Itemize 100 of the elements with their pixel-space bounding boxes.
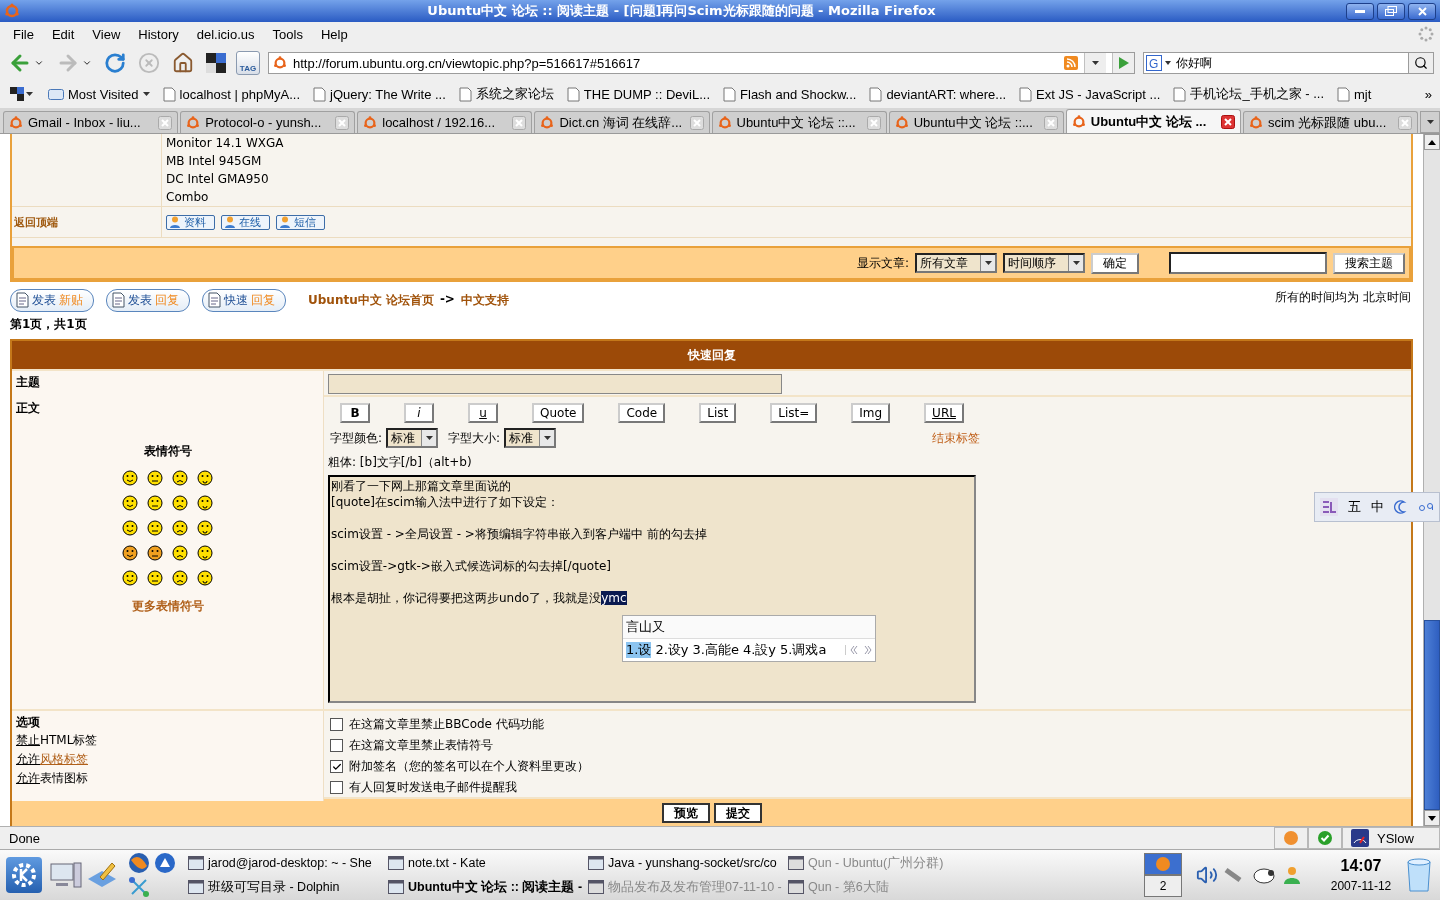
close-button[interactable] xyxy=(1408,2,1436,20)
bookmark-link[interactable]: Ext JS - JavaScript ... xyxy=(1019,86,1161,102)
forum-home-link[interactable]: Ubuntu中文 论坛首页 xyxy=(308,291,434,309)
candidate-item[interactable]: 5.调戏a xyxy=(780,642,827,658)
menu-item[interactable]: History xyxy=(129,26,188,42)
menu-item[interactable]: del.icio.us xyxy=(187,26,264,42)
browser-tab[interactable]: Protocol-o - yunsh... xyxy=(180,111,356,133)
bookmark-link[interactable]: deviantART: where... xyxy=(869,86,1007,102)
bbcode-button[interactable]: B xyxy=(340,403,370,423)
smiley-icon[interactable] xyxy=(122,520,138,536)
input-method-indicator[interactable]: 五 xyxy=(1348,498,1361,516)
bookmark-link[interactable]: THE DUMP :: DeviL... xyxy=(566,86,711,102)
profile-button[interactable]: 在线 xyxy=(221,214,270,230)
task-button[interactable]: note.txt - Kate xyxy=(388,851,588,875)
smiley-icon[interactable] xyxy=(122,545,138,561)
checkbox[interactable] xyxy=(330,760,343,773)
smiley-icon[interactable] xyxy=(172,545,188,561)
candidate-item[interactable]: 4.設y xyxy=(742,642,777,658)
bookmark-link[interactable]: mjt xyxy=(1337,86,1372,102)
task-button[interactable]: Ubuntu中文 论坛 :: 阅读主题 - xyxy=(388,875,588,899)
yslow-button[interactable]: YSlow xyxy=(1342,827,1440,849)
smiley-icon[interactable] xyxy=(197,495,213,511)
bookmark-link[interactable]: Flash and Shockw... xyxy=(723,86,857,102)
start-menu-button[interactable] xyxy=(6,857,42,893)
punctuation-icon[interactable] xyxy=(1418,501,1434,513)
smiley-icon[interactable] xyxy=(147,520,163,536)
smiley-icon[interactable] xyxy=(197,520,213,536)
smiley-icon[interactable] xyxy=(147,570,163,586)
checkbox[interactable] xyxy=(330,739,343,752)
bbcode-button[interactable]: List xyxy=(699,403,737,423)
menu-item[interactable]: Help xyxy=(311,26,357,42)
tag-button[interactable]: TAG xyxy=(236,51,260,75)
browser-tab[interactable]: localhost / 192.16... xyxy=(357,111,533,133)
candidate-item[interactable]: 1.设 xyxy=(626,642,652,658)
checkbox[interactable] xyxy=(330,781,343,794)
bbcode-button[interactable]: Code xyxy=(618,403,666,423)
smiley-icon[interactable] xyxy=(197,545,213,561)
scroll-down-button[interactable] xyxy=(1424,810,1440,826)
minimize-button[interactable] xyxy=(1346,2,1374,20)
font-color-select[interactable]: 标准 xyxy=(386,428,439,448)
menu-item[interactable]: View xyxy=(83,26,130,42)
check-icon[interactable] xyxy=(1317,830,1333,846)
browser-tab[interactable]: scim 光标跟随 ubu... xyxy=(1242,111,1418,133)
bookmark-folder[interactable]: Most Visited xyxy=(48,86,150,102)
clock[interactable]: 14:07 2007-11-12 xyxy=(1316,857,1406,893)
moon-icon[interactable] xyxy=(1394,500,1408,514)
style-tags-link[interactable]: 风格标签 xyxy=(40,752,88,766)
language-indicator[interactable]: 中 xyxy=(1371,498,1384,516)
smiley-icon[interactable] xyxy=(122,570,138,586)
browser-tab[interactable]: Ubuntu中文 论坛 ::... xyxy=(711,111,887,133)
task-button[interactable]: 班级可写目录 - Dolphin xyxy=(188,875,388,899)
task-button[interactable]: Java - yunshang-socket/src/co xyxy=(588,851,788,875)
bookmark-link[interactable]: jQuery: The Write ... xyxy=(313,86,446,102)
search-field[interactable]: G 你好啊 xyxy=(1143,52,1409,74)
candidate-item[interactable]: 2.设y xyxy=(655,642,689,658)
network-icon[interactable] xyxy=(128,876,150,898)
smiley-icon[interactable] xyxy=(147,495,163,511)
search-topic-button[interactable]: 搜索主题 xyxy=(1333,252,1405,274)
address-field[interactable]: http://forum.ubuntu.org.cn/viewtopic.php?p=516617#516617 xyxy=(268,52,1135,74)
bookmark-link[interactable]: 系统之家论坛 xyxy=(458,85,554,103)
forum-link[interactable]: 中文支持 xyxy=(460,291,509,309)
topic-search-field[interactable] xyxy=(1169,252,1327,274)
menu-item[interactable]: Edit xyxy=(42,26,84,42)
bbcode-button[interactable]: u xyxy=(468,403,498,423)
post-action-button[interactable]: 发表 回复 xyxy=(106,288,190,312)
tab-list-button[interactable] xyxy=(1420,111,1440,133)
bookmark-link[interactable]: localhost | phpMyA... xyxy=(162,86,300,102)
more-bookmarks-button[interactable]: » xyxy=(1424,86,1432,102)
browser-tab[interactable]: Gmail - Inbox - liu... xyxy=(3,111,179,133)
order-select[interactable]: 时间顺序 xyxy=(1003,253,1085,273)
bbcode-button[interactable]: i xyxy=(404,403,434,423)
smiley-icon[interactable] xyxy=(147,545,163,561)
bbcode-button[interactable]: Quote xyxy=(532,403,585,423)
go-button[interactable] xyxy=(1112,53,1134,73)
profile-button[interactable]: 短信 xyxy=(276,214,325,230)
bookmark-link[interactable]: 手机论坛_手机之家 - ... xyxy=(1173,85,1324,103)
confirm-button[interactable]: 确定 xyxy=(1091,252,1139,274)
smiley-icon[interactable] xyxy=(147,470,163,486)
menu-item[interactable]: File xyxy=(4,26,43,42)
task-button[interactable]: jarod@jarod-desktop: ~ - She xyxy=(188,851,388,875)
scrollbar[interactable] xyxy=(1423,134,1440,826)
scroll-thumb[interactable] xyxy=(1424,620,1440,810)
scroll-up-button[interactable] xyxy=(1424,134,1440,150)
smiley-icon[interactable] xyxy=(172,470,188,486)
close-tags-link[interactable]: 结束标签 xyxy=(932,429,980,447)
launcher-button[interactable] xyxy=(48,861,84,889)
post-action-button[interactable]: 发表 新贴 xyxy=(10,288,94,312)
smiley-icon[interactable] xyxy=(172,570,188,586)
scim-logo-icon[interactable] xyxy=(1320,498,1338,516)
checkbox[interactable] xyxy=(330,718,343,731)
browser-tab[interactable]: Dict.cn 海词 在线辞... xyxy=(534,111,710,133)
bbcode-button[interactable]: Img xyxy=(851,403,891,423)
range-select[interactable]: 所有文章 xyxy=(915,253,997,273)
trash-icon[interactable] xyxy=(1406,858,1432,892)
browser-tab[interactable]: Ubuntu中文 论坛 ::... xyxy=(888,111,1064,133)
smiley-icon[interactable] xyxy=(197,470,213,486)
desktop-button[interactable]: 2 xyxy=(1144,875,1182,897)
preview-button[interactable]: 预览 xyxy=(661,803,710,823)
smiley-icon[interactable] xyxy=(172,495,188,511)
submit-button[interactable]: 提交 xyxy=(713,803,762,823)
